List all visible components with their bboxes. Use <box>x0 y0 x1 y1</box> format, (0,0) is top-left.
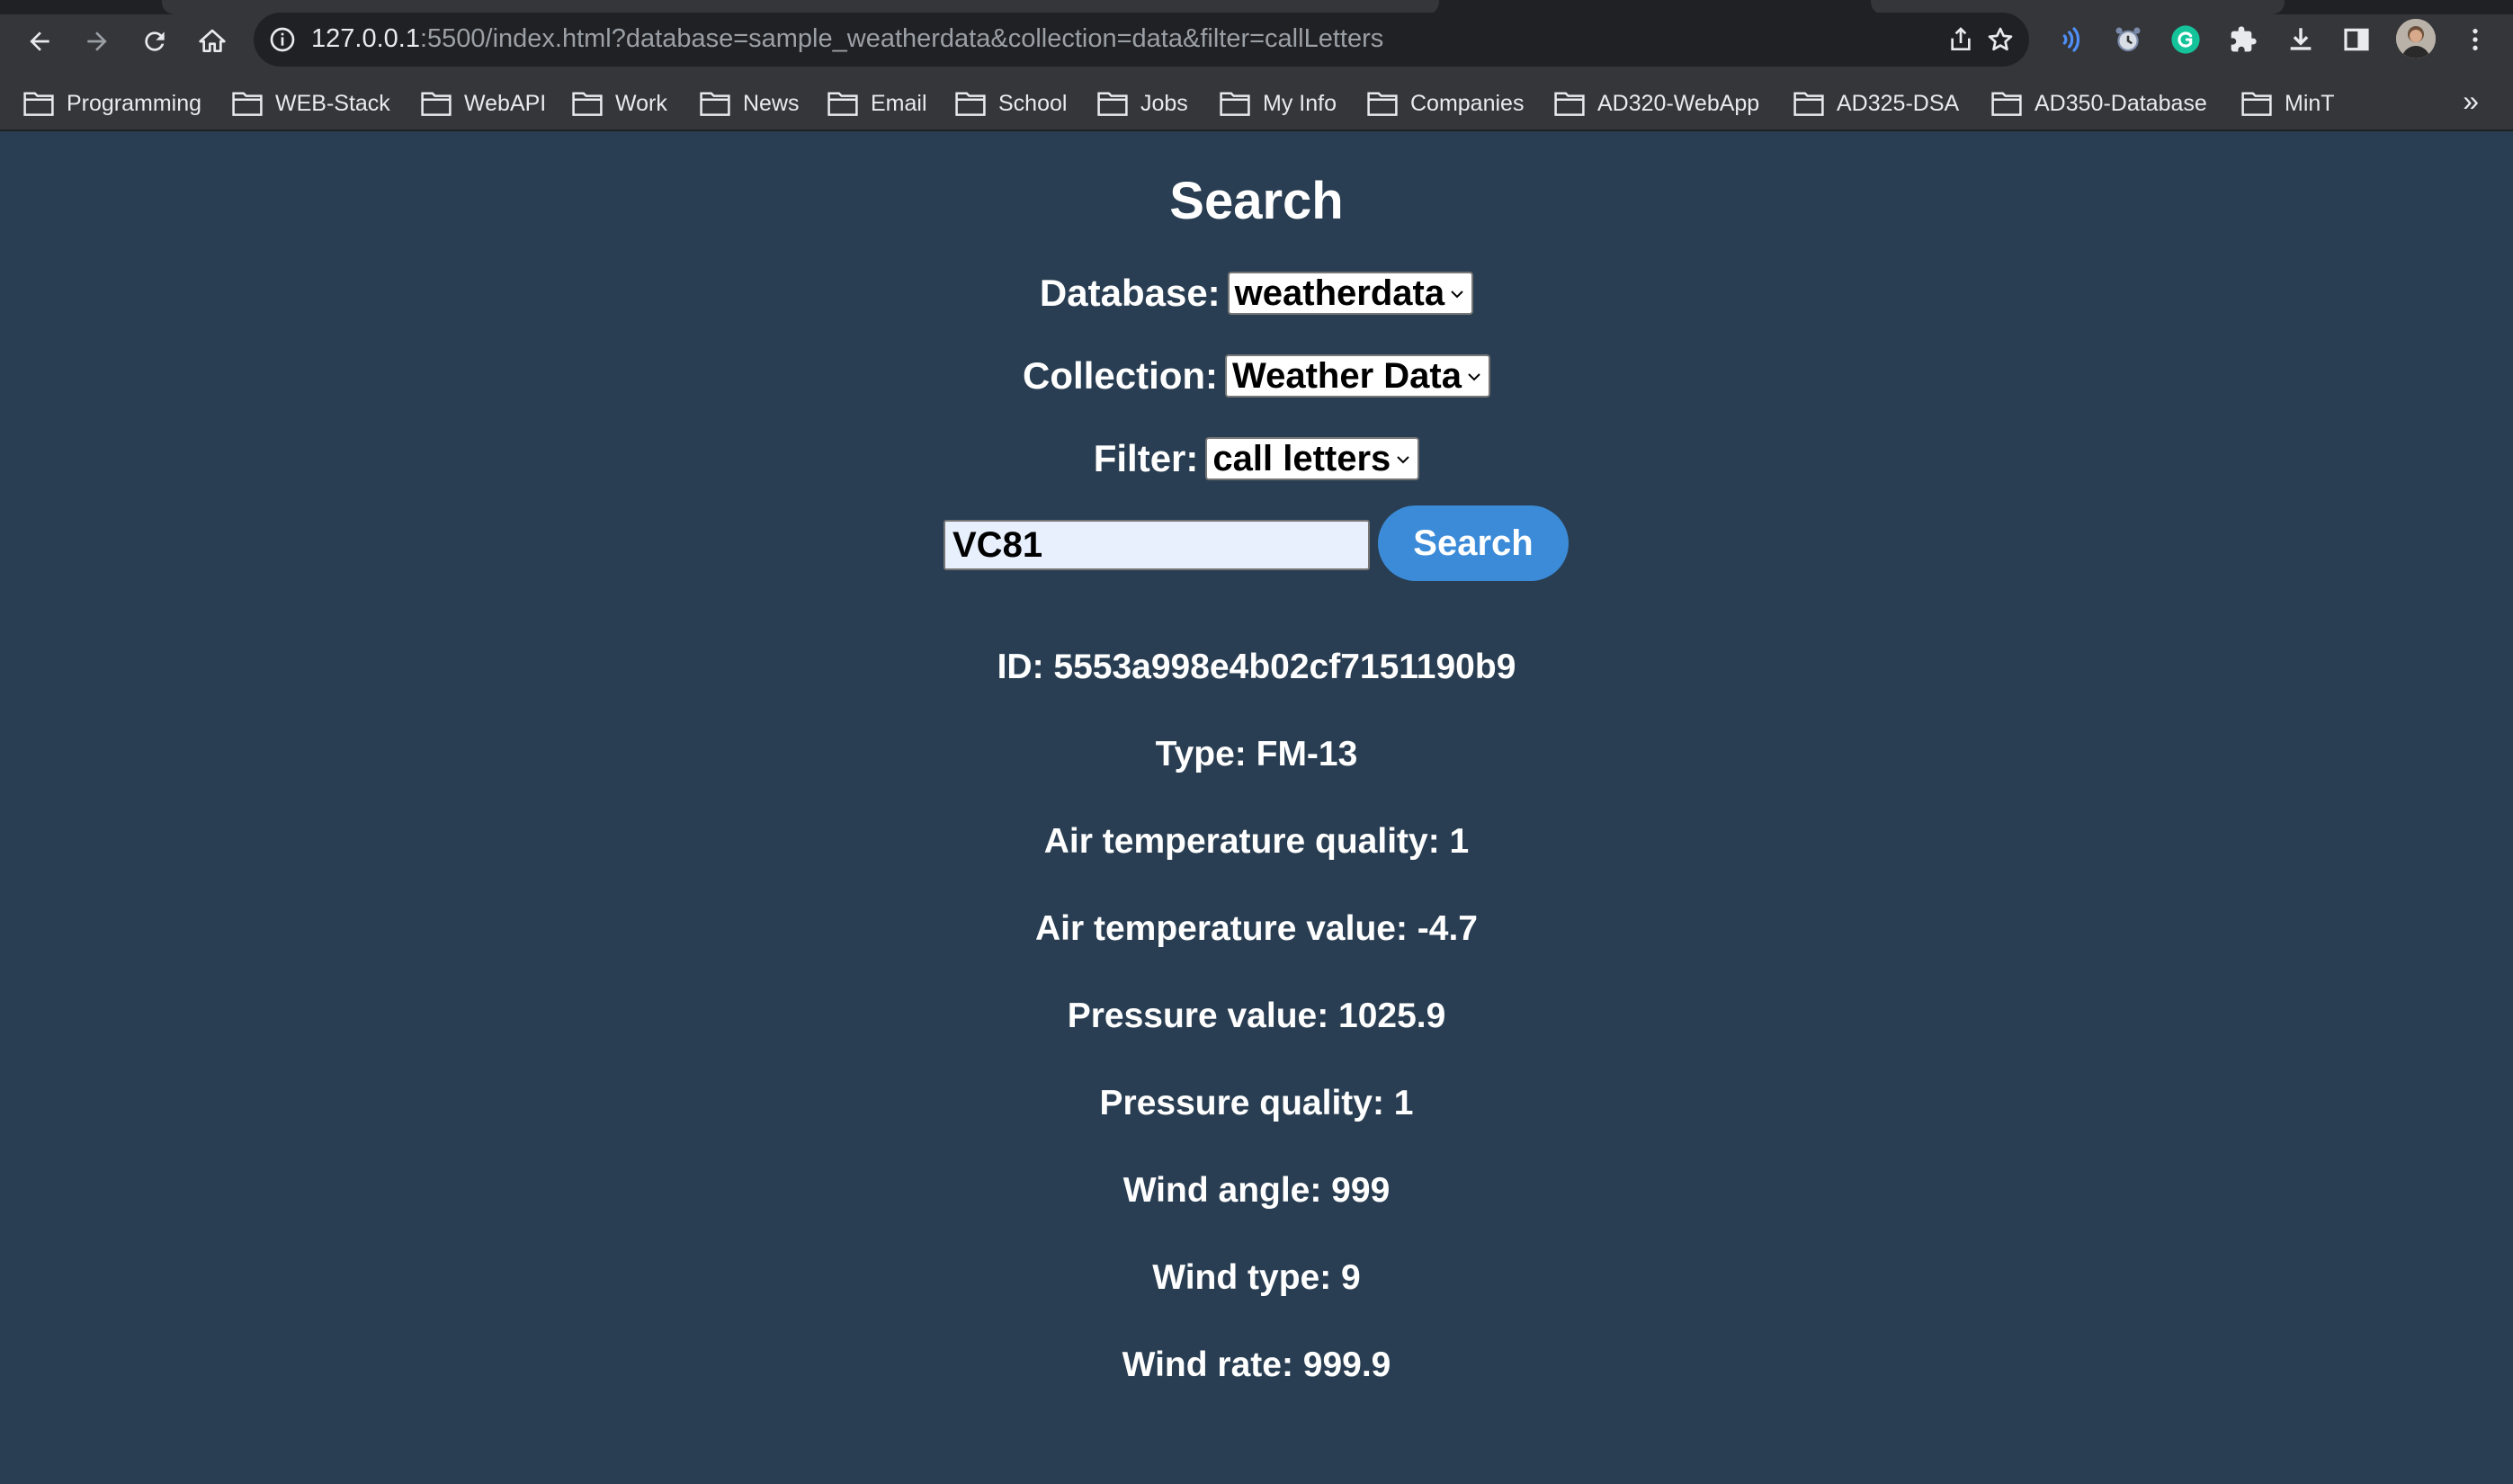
folder-icon <box>1793 92 1824 116</box>
collection-select-value: Weather Data <box>1232 355 1462 396</box>
arrow-right-icon <box>87 31 107 51</box>
filter-row: Filter: call letters <box>0 432 2513 486</box>
bookmark-label: Programming <box>67 90 202 116</box>
bookmark-folder[interactable]: WebAPI <box>421 77 546 130</box>
browser-toolbar: 127.0.0.1:5500/index.html?database=sampl… <box>0 0 2513 77</box>
chevron-down-icon <box>1451 291 1463 299</box>
reload-icon <box>145 31 165 51</box>
url-text[interactable]: 127.0.0.1:5500/index.html?database=sampl… <box>311 24 1383 54</box>
home-icon <box>199 29 226 52</box>
search-input[interactable] <box>943 520 1370 570</box>
reload-button[interactable] <box>131 18 178 65</box>
star-icon[interactable] <box>1986 25 2015 54</box>
folder-icon <box>1554 92 1585 116</box>
filter-label: Filter: <box>1093 437 1199 479</box>
bookmark-folder[interactable]: My Info <box>1220 77 1337 130</box>
bookmark-label: WebAPI <box>464 90 547 116</box>
bookmark-label: My Info <box>1263 90 1337 116</box>
collection-label: Collection: <box>1023 354 1219 397</box>
back-button[interactable] <box>16 18 63 65</box>
filter-select[interactable]: call letters <box>1205 437 1420 480</box>
database-select-value: weatherdata <box>1234 273 1445 313</box>
bookmark-folder[interactable]: News <box>700 77 800 130</box>
bookmarks-bar: Programming WEB-Stack WebAPI Work News E… <box>0 77 2513 131</box>
result-air-temperature-value: Air temperature value: -4.7 <box>1034 909 1478 948</box>
grammarly-extension-icon[interactable] <box>2168 22 2204 58</box>
bookmark-folder[interactable]: MinT <box>2241 77 2335 130</box>
read-aloud-extension-icon[interactable] <box>2052 22 2088 58</box>
bookmark-label: Work <box>615 90 667 116</box>
bookmark-folder[interactable]: Jobs <box>1097 77 1188 130</box>
bookmark-folder[interactable]: AD350-Database <box>1991 77 2207 130</box>
search-button[interactable]: Search <box>1378 505 1569 581</box>
folder-icon <box>1991 92 2022 116</box>
chevron-down-icon <box>1468 373 1480 381</box>
bookmark-folder[interactable]: Email <box>827 77 927 130</box>
folder-icon <box>700 92 730 116</box>
bookmark-label: Email <box>871 90 927 116</box>
database-label: Database: <box>1039 272 1221 314</box>
collection-select[interactable]: Weather Data <box>1225 354 1490 398</box>
result-wind-angle: Wind angle: 999 <box>1122 1171 1391 1210</box>
folder-icon <box>1220 92 1250 116</box>
download-icon[interactable] <box>2283 22 2319 58</box>
folder-icon <box>572 92 603 116</box>
chevron-down-icon <box>1397 456 1409 464</box>
bookmark-label: News <box>743 90 800 116</box>
bookmark-folder[interactable]: WEB-Stack <box>232 77 390 130</box>
page-title: Search <box>1169 172 1344 230</box>
folder-icon <box>23 92 54 116</box>
result-wind-rate: Wind rate: 999.9 <box>1122 1345 1391 1384</box>
bookmark-label: Companies <box>1410 90 1525 116</box>
folder-icon <box>421 92 452 116</box>
search-row: Search <box>0 505 2513 581</box>
result-pressure-quality: Pressure quality: 1 <box>1099 1084 1414 1122</box>
folder-icon <box>232 92 263 116</box>
bookmark-folder[interactable]: Work <box>572 77 667 130</box>
url-host: 127.0.0.1 <box>311 24 420 53</box>
folder-icon <box>827 92 858 116</box>
bookmark-label: AD325-DSA <box>1837 90 1960 116</box>
result-id: ID: 5553a998e4b02cf7151190b9 <box>997 648 1516 686</box>
bookmark-label: Jobs <box>1140 90 1188 116</box>
address-bar[interactable]: 127.0.0.1:5500/index.html?database=sampl… <box>254 13 2029 67</box>
filter-select-value: call letters <box>1212 438 1391 478</box>
profile-avatar[interactable] <box>2396 19 2436 58</box>
collection-row: Collection: Weather Data <box>0 349 2513 403</box>
arrow-left-icon <box>30 31 49 51</box>
home-button[interactable] <box>189 18 236 65</box>
bookmark-label: AD350-Database <box>2035 90 2207 116</box>
bookmarks-overflow-button[interactable]: » <box>2463 85 2479 118</box>
database-select[interactable]: weatherdata <box>1227 272 1474 315</box>
share-icon[interactable] <box>1946 25 1975 54</box>
bookmark-label: AD320-WebApp <box>1597 90 1760 116</box>
extensions-puzzle-icon[interactable] <box>2225 22 2261 58</box>
side-panel-icon[interactable] <box>2339 22 2374 58</box>
result-type: Type: FM-13 <box>1155 735 1358 773</box>
page-content: Search Database: weatherdata Collection:… <box>0 131 2513 1484</box>
folder-icon <box>955 92 986 116</box>
bookmark-label: WEB-Stack <box>275 90 390 116</box>
folder-icon <box>2241 92 2272 116</box>
info-icon[interactable] <box>268 25 297 54</box>
bookmark-folder[interactable]: Companies <box>1367 77 1524 130</box>
forward-button[interactable] <box>74 18 121 65</box>
more-vert-icon[interactable] <box>2457 22 2493 58</box>
bookmark-label: MinT <box>2285 90 2335 116</box>
folder-icon <box>1097 92 1128 116</box>
bookmark-folder[interactable]: School <box>955 77 1067 130</box>
bookmark-folder[interactable]: Programming <box>23 77 201 130</box>
bookmark-folder[interactable]: AD320-WebApp <box>1554 77 1759 130</box>
bookmark-label: School <box>998 90 1068 116</box>
folder-icon <box>1367 92 1398 116</box>
database-row: Database: weatherdata <box>0 266 2513 320</box>
bookmark-folder[interactable]: AD325-DSA <box>1793 77 1959 130</box>
result-wind-type: Wind type: 9 <box>1152 1258 1361 1297</box>
result-air-temperature-quality: Air temperature quality: 1 <box>1043 822 1470 861</box>
alarm-extension-icon[interactable] <box>2110 22 2146 58</box>
url-path: :5500/index.html?database=sample_weather… <box>419 24 1384 53</box>
result-pressure-value: Pressure value: 1025.9 <box>1067 997 1446 1035</box>
